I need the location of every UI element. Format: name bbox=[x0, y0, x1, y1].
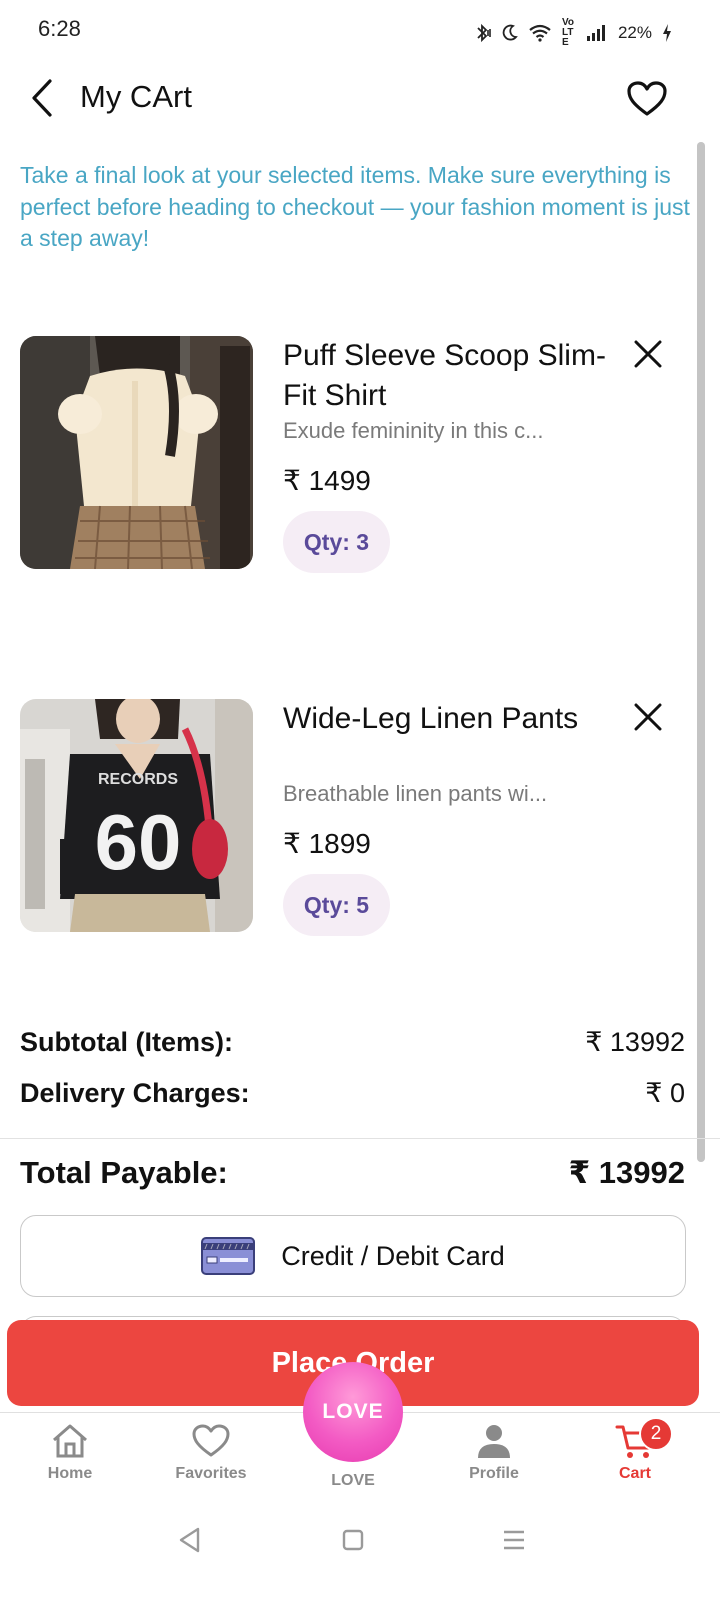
total-row: Total Payable: ₹ 13992 bbox=[20, 1155, 685, 1191]
volte-icon: Vo LTE bbox=[561, 17, 575, 48]
close-icon bbox=[634, 703, 662, 731]
system-home-button[interactable] bbox=[333, 1520, 373, 1560]
page-title: My CArt bbox=[80, 79, 192, 114]
status-time: 6:28 bbox=[38, 16, 81, 41]
svg-text:RECORDS: RECORDS bbox=[98, 771, 178, 788]
subtotal-label: Subtotal (Items): bbox=[20, 1027, 233, 1057]
quantity-pill[interactable]: Qty: 5 bbox=[283, 874, 390, 936]
heart-icon bbox=[192, 1424, 230, 1457]
scrollbar-thumb[interactable] bbox=[697, 142, 705, 1162]
summary-divider bbox=[0, 1138, 720, 1139]
person-icon bbox=[478, 1425, 510, 1458]
love-button[interactable]: LOVE bbox=[303, 1362, 403, 1462]
nav-label: Profile bbox=[469, 1465, 519, 1482]
bluetooth-icon bbox=[472, 23, 492, 43]
total-value: ₹ 13992 bbox=[568, 1155, 685, 1190]
payment-method-label: Credit / Debit Card bbox=[281, 1240, 505, 1271]
subtotal-row: Subtotal (Items): ₹ 13992 bbox=[20, 1027, 685, 1058]
wifi-icon bbox=[528, 24, 552, 42]
item-description: Exude femininity in this c... bbox=[283, 418, 544, 443]
recents-menu-icon bbox=[504, 1530, 524, 1550]
svg-text:60: 60 bbox=[95, 798, 182, 886]
favorites-header-button[interactable] bbox=[624, 76, 670, 122]
total-label: Total Payable: bbox=[20, 1155, 228, 1190]
back-button[interactable] bbox=[22, 76, 62, 120]
nav-home[interactable]: Home bbox=[10, 1423, 130, 1483]
intro-text: Take a final look at your selected items… bbox=[20, 162, 690, 251]
nav-profile[interactable]: Profile bbox=[434, 1423, 554, 1483]
item-price: ₹ 1499 bbox=[283, 465, 371, 496]
system-nav-bar bbox=[0, 1504, 720, 1600]
status-icons: Vo LTE 22% bbox=[472, 18, 672, 48]
payment-option-card[interactable]: Credit / Debit Card bbox=[20, 1215, 686, 1297]
signal-icon bbox=[586, 24, 608, 42]
cart-item: Puff Sleeve Scoop Slim-Fit Shirt Exude f… bbox=[20, 336, 690, 576]
remove-item-button[interactable] bbox=[630, 699, 666, 735]
nav-cart[interactable]: 2 Cart bbox=[575, 1417, 695, 1483]
system-back-button[interactable] bbox=[170, 1520, 210, 1560]
system-recents-button[interactable] bbox=[494, 1520, 534, 1560]
battery-text: 22% bbox=[617, 23, 652, 42]
status-bar: 6:28 Vo LTE 22% bbox=[0, 0, 720, 60]
subtotal-value: ₹ 13992 bbox=[585, 1027, 685, 1057]
cart-badge: 2 bbox=[639, 1417, 673, 1451]
delivery-row: Delivery Charges: ₹ 0 bbox=[20, 1078, 685, 1109]
delivery-value: ₹ 0 bbox=[645, 1078, 685, 1108]
cart-item: RECORDS 60 Wide-Leg Linen Pants Breathab… bbox=[20, 699, 690, 939]
back-triangle-icon bbox=[179, 1527, 200, 1553]
nav-label-love: LOVE bbox=[331, 1472, 375, 1489]
item-name: Wide-Leg Linen Pants bbox=[283, 702, 579, 735]
product-image[interactable] bbox=[20, 336, 253, 569]
nav-label: Favorites bbox=[175, 1465, 247, 1482]
delivery-label: Delivery Charges: bbox=[20, 1078, 250, 1108]
quantity-pill[interactable]: Qty: 3 bbox=[283, 511, 390, 573]
close-icon bbox=[634, 340, 662, 368]
credit-card-icon bbox=[201, 1237, 256, 1275]
battery-charging-icon bbox=[662, 23, 672, 43]
product-image[interactable]: RECORDS 60 bbox=[20, 699, 253, 932]
nav-label: Home bbox=[47, 1465, 93, 1482]
home-square-icon bbox=[342, 1529, 364, 1551]
chevron-left-icon bbox=[32, 79, 52, 117]
remove-item-button[interactable] bbox=[630, 336, 666, 372]
nav-favorites[interactable]: Favorites bbox=[151, 1423, 271, 1483]
item-price: ₹ 1899 bbox=[283, 828, 371, 859]
app-header: My CArt bbox=[0, 60, 720, 140]
home-icon bbox=[53, 1424, 87, 1458]
item-description: Breathable linen pants wi... bbox=[283, 781, 548, 806]
heart-outline-icon bbox=[627, 81, 667, 116]
nav-label: Cart bbox=[618, 1465, 651, 1482]
item-name: Puff Sleeve Scoop Slim-Fit Shirt bbox=[283, 339, 606, 412]
moon-icon bbox=[502, 24, 518, 42]
